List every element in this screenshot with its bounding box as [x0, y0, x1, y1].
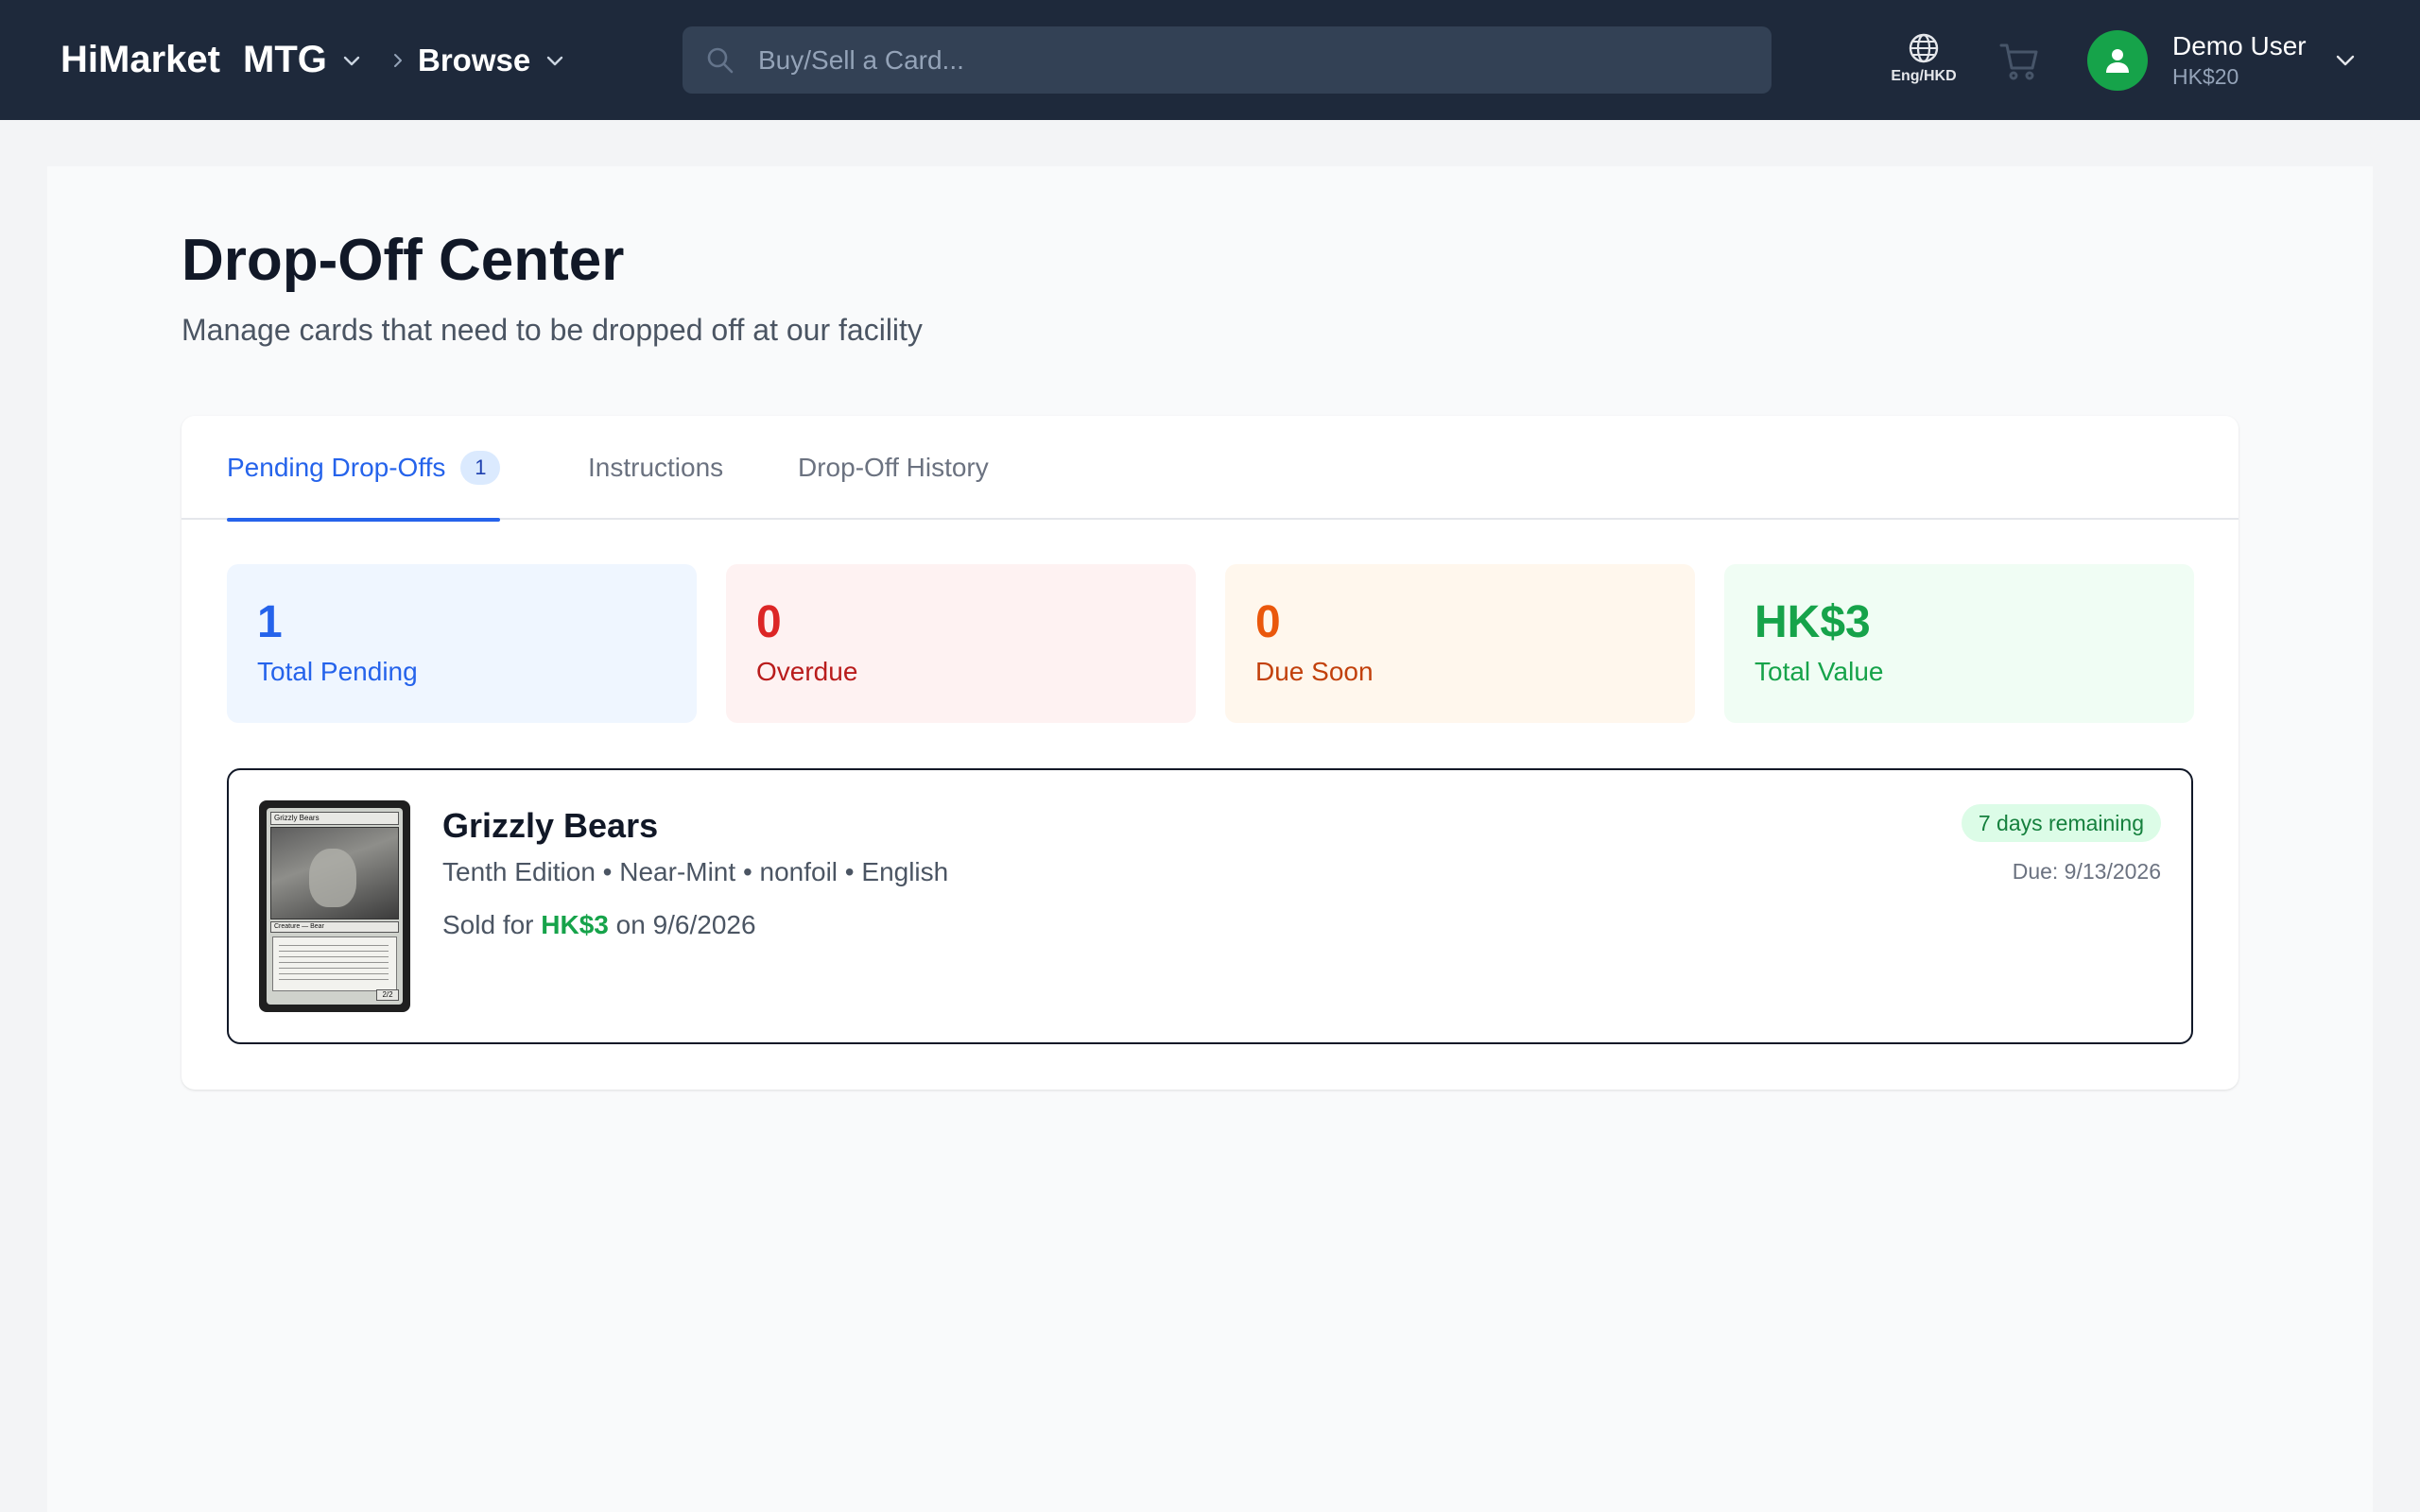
stat-label: Overdue: [756, 657, 858, 686]
card-details: Tenth Edition • Near-Mint • nonfoil • En…: [442, 857, 949, 886]
card-image-type: Creature — Bear: [270, 921, 399, 933]
page-subtitle: Manage cards that need to be dropped off…: [182, 313, 923, 347]
language-label: Eng/HKD: [1891, 68, 1957, 84]
browse-menu[interactable]: Browse: [418, 0, 566, 120]
card-image: Grizzly Bears Creature — Bear 2/2: [259, 800, 410, 1012]
search-input[interactable]: [758, 26, 1751, 94]
days-remaining-badge: 7 days remaining: [1961, 804, 2161, 842]
stat-label: Total Pending: [257, 657, 418, 686]
stat-due-soon: 0 Due Soon: [1225, 564, 1695, 723]
user-icon: [2106, 49, 2129, 73]
card-image-name: Grizzly Bears: [270, 812, 399, 825]
stat-label: Total Value: [1754, 657, 1884, 686]
avatar: [2087, 30, 2148, 91]
stat-label: Due Soon: [1255, 657, 1374, 686]
sale-info: Sold for HK$3 on 9/6/2026: [442, 910, 756, 940]
user-menu[interactable]: Demo User HK$20: [2087, 28, 2358, 93]
chevron-down-icon: [2336, 55, 2354, 66]
stat-total-pending: 1 Total Pending: [227, 564, 697, 723]
main-content: Drop-Off Center Manage cards that need t…: [47, 166, 2373, 1512]
card-art: [270, 827, 399, 919]
game-selector-label: MTG: [243, 39, 327, 80]
stat-value: 1: [257, 597, 283, 647]
tab-label: Pending Drop-Offs: [227, 453, 446, 482]
sold-prefix: Sold for: [442, 910, 534, 939]
tab-pending-drop-offs[interactable]: Pending Drop-Offs 1: [227, 416, 501, 522]
globe-icon: [1909, 33, 1939, 63]
chevron-down-icon: [547, 56, 563, 65]
tab-bar: Pending Drop-Offs 1 Instructions Drop-Of…: [182, 416, 2238, 522]
card-image-pt: 2/2: [376, 989, 399, 1001]
chevron-down-icon: [343, 56, 360, 65]
page-title: Drop-Off Center: [182, 228, 625, 293]
language-currency-switcher[interactable]: Eng/HKD: [1881, 32, 1966, 93]
stat-total-value: HK$3 Total Value: [1724, 564, 2194, 723]
user-balance: HK$20: [2172, 64, 2239, 89]
tab-label: Instructions: [588, 453, 724, 482]
stat-value: HK$3: [1754, 597, 1871, 647]
tab-label: Drop-Off History: [798, 453, 989, 482]
stat-value: 0: [756, 597, 782, 647]
cart-icon: [1999, 43, 2038, 80]
brand-logo[interactable]: HiMarket: [60, 0, 220, 120]
stats-row: 1 Total Pending 0 Overdue 0 Due Soon HK$…: [227, 564, 2194, 723]
sold-date: on 9/6/2026: [615, 910, 756, 939]
search-icon: [707, 47, 734, 74]
cart-button[interactable]: [1998, 40, 2040, 86]
tab-instructions[interactable]: Instructions: [588, 416, 723, 520]
card-name: Grizzly Bears: [442, 806, 659, 845]
sold-price: HK$3: [541, 910, 609, 939]
card-rules-text: [272, 936, 397, 991]
top-navigation-bar: HiMarket MTG Browse Eng/HKD: [0, 0, 2420, 120]
drop-off-panel: Pending Drop-Offs 1 Instructions Drop-Of…: [182, 416, 2238, 1090]
user-name: Demo User: [2172, 31, 2307, 60]
pending-count-badge: 1: [460, 451, 501, 485]
pending-drop-off-item[interactable]: Grizzly Bears Creature — Bear 2/2 Grizzl…: [227, 768, 2193, 1044]
chevron-right-icon: [389, 0, 406, 120]
browse-menu-label: Browse: [418, 42, 531, 77]
tab-drop-off-history[interactable]: Drop-Off History: [798, 416, 989, 520]
search-bar: [683, 26, 1772, 94]
stat-value: 0: [1255, 597, 1281, 647]
game-selector[interactable]: MTG: [243, 0, 363, 120]
stat-overdue: 0 Overdue: [726, 564, 1196, 723]
due-date: Due: 9/13/2026: [2012, 859, 2161, 884]
